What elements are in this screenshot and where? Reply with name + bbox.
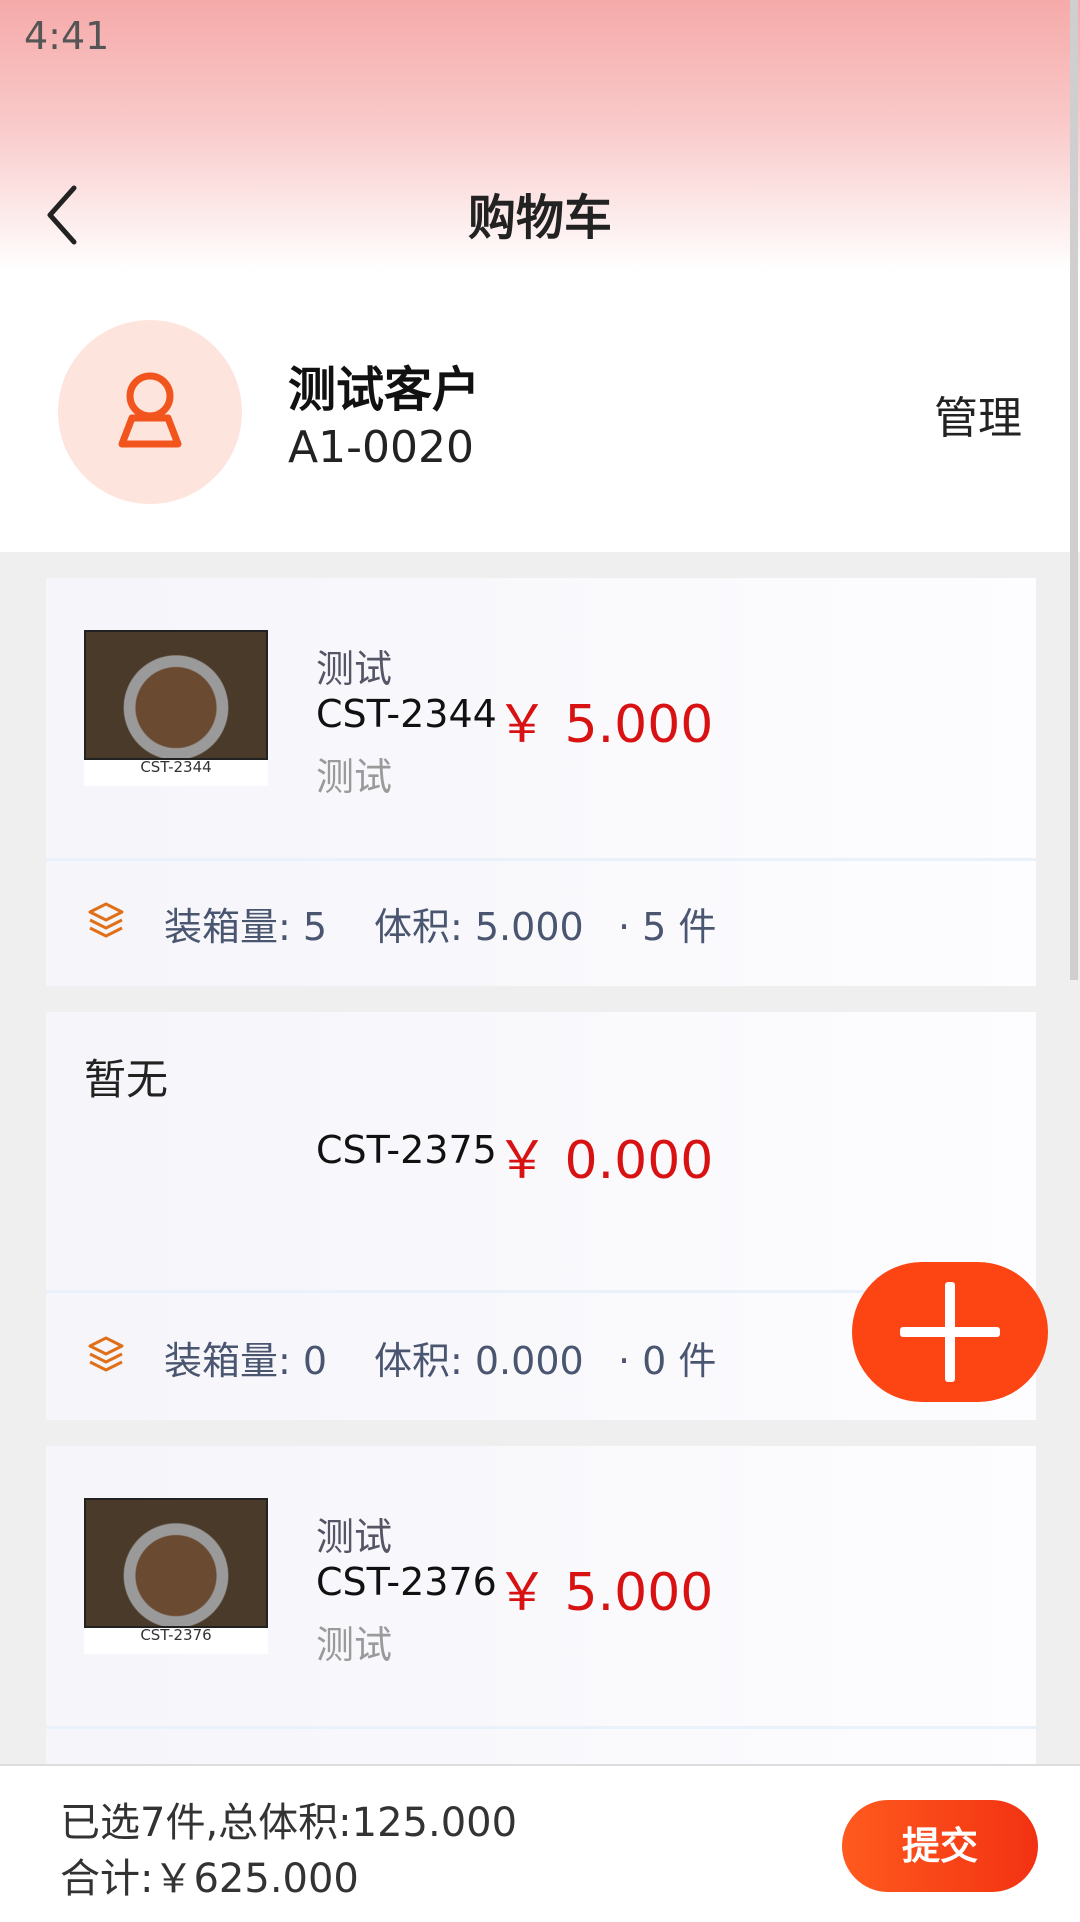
top-header: 4:41 购物车	[0, 0, 1080, 272]
product-price: ￥ 5.000	[496, 1563, 714, 1623]
product-price: ￥ 0.000	[496, 1131, 714, 1191]
total-amount: 合计:￥625.000	[60, 1856, 359, 1902]
layers-icon	[88, 1336, 124, 1372]
avatar	[58, 320, 242, 504]
cart-item[interactable]: CST-2344 测试 CST-2344 ￥ 5.000 测试 装箱量: 5 体…	[46, 578, 1036, 986]
customer-code: A1-0020	[288, 422, 474, 473]
product-price: ￥ 5.000	[496, 695, 714, 755]
person-icon	[118, 372, 182, 448]
product-code: CST-2376	[316, 1560, 497, 1604]
volume: 体积: 0.000	[374, 1339, 584, 1383]
product-description: 测试	[316, 1623, 393, 1667]
product-name: 测试	[316, 1515, 393, 1559]
scrollbar[interactable]	[1070, 0, 1078, 980]
box-quantity: 装箱量: 5	[164, 905, 328, 949]
layers-icon	[88, 902, 124, 938]
image-caption: CST-2376	[140, 1626, 212, 1644]
product-image: CST-2376	[84, 1498, 268, 1654]
product-code: CST-2344	[316, 692, 497, 736]
submit-button[interactable]: 提交	[842, 1800, 1038, 1892]
status-time: 4:41	[24, 14, 110, 58]
product-description: 测试	[316, 755, 393, 799]
item-count: · 5 件	[618, 905, 717, 949]
manage-button[interactable]: 管理	[934, 382, 1022, 446]
image-caption: CST-2344	[140, 758, 212, 776]
page-title: 购物车	[467, 190, 612, 246]
product-image: CST-2344	[84, 630, 268, 786]
add-button[interactable]	[852, 1262, 1048, 1402]
box-quantity: 装箱量: 0	[164, 1339, 328, 1383]
selected-summary: 已选7件,总体积:125.000	[60, 1800, 518, 1846]
item-count: · 0 件	[618, 1339, 717, 1383]
product-name: 测试	[316, 647, 393, 691]
customer-name: 测试客户	[288, 362, 481, 418]
cart-item[interactable]: CST-2376 测试 CST-2376 ￥ 5.000 测试	[46, 1446, 1036, 1764]
divider	[46, 858, 1036, 861]
customer-panel: 测试客户 A1-0020 管理	[0, 272, 1080, 552]
no-image-label: 暂无	[84, 1055, 169, 1104]
divider	[46, 1726, 1036, 1729]
bottom-bar: 已选7件,总体积:125.000 合计:￥625.000 提交	[0, 1764, 1080, 1922]
volume: 体积: 5.000	[374, 905, 584, 949]
product-code: CST-2375	[316, 1128, 497, 1172]
